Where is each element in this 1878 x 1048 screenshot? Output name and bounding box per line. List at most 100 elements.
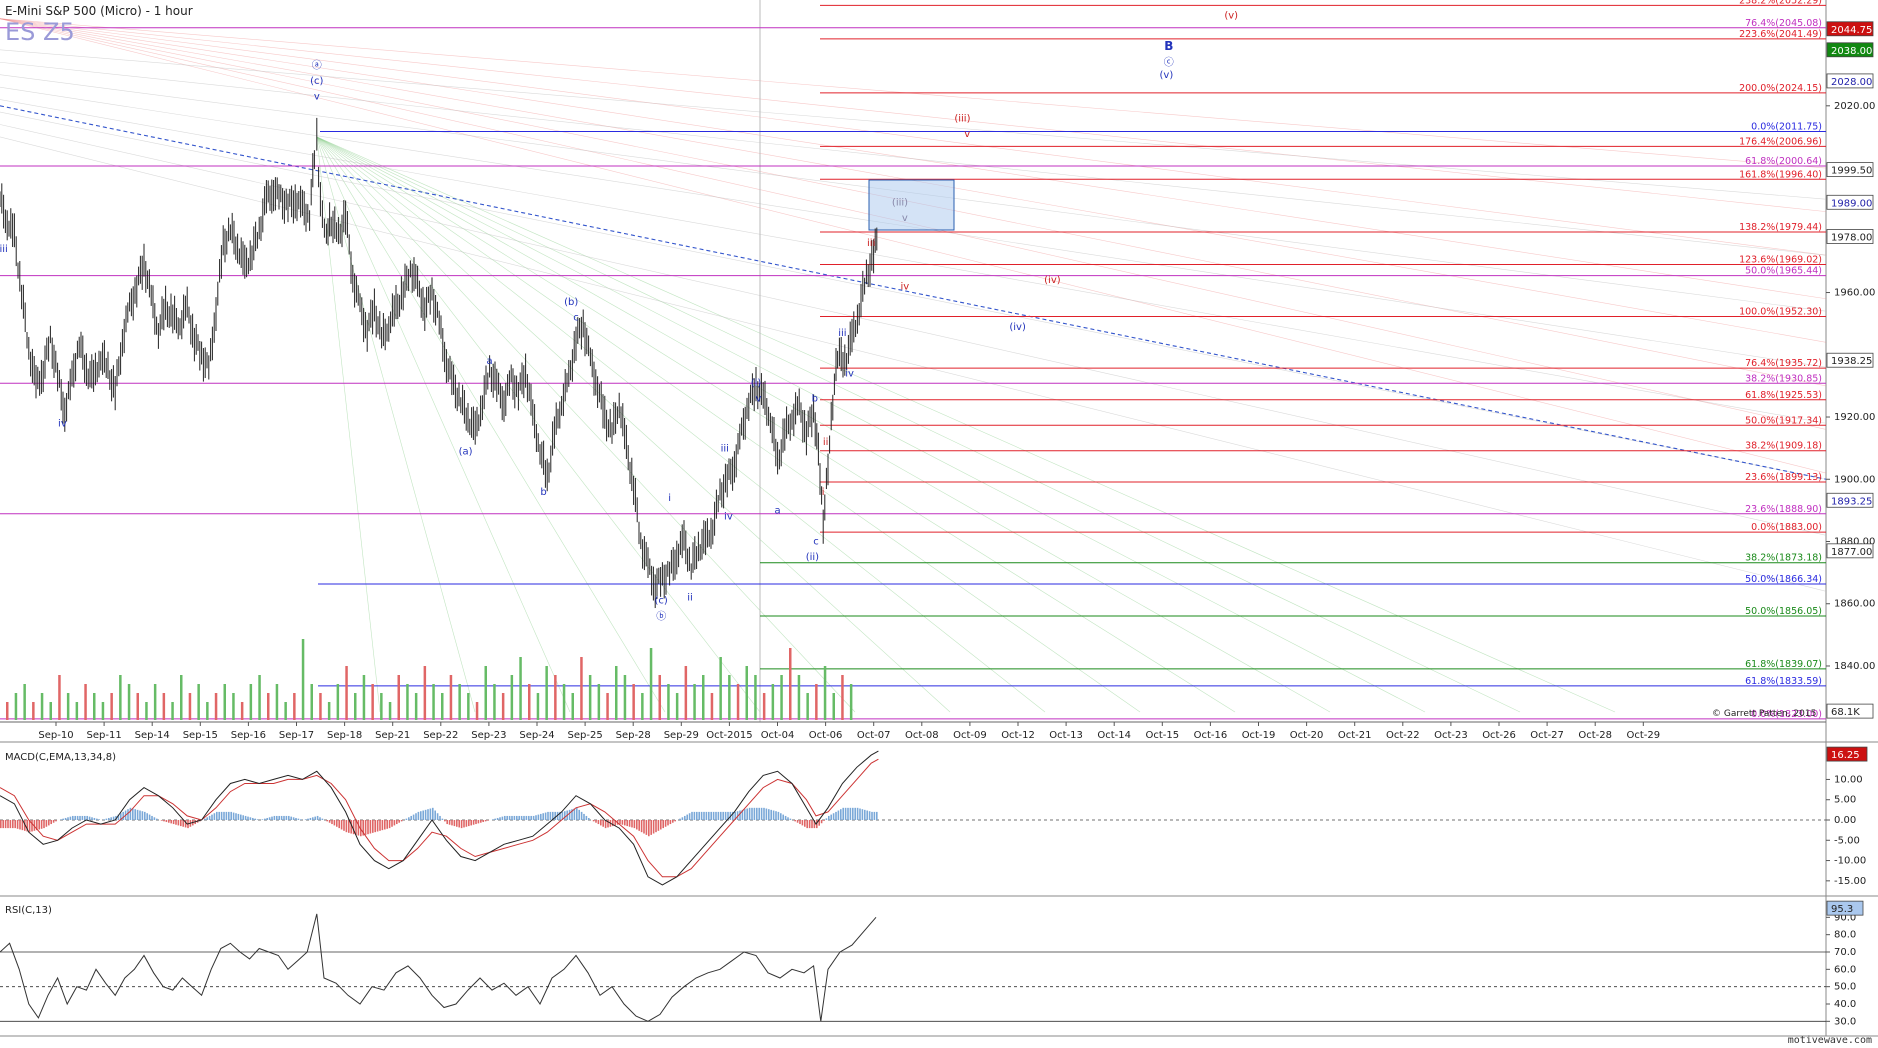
macd-histogram-bar xyxy=(175,820,177,825)
volume-bar xyxy=(354,693,357,720)
macd-histogram-bar xyxy=(602,820,604,827)
macd-histogram-bar xyxy=(336,820,338,827)
volume-bar xyxy=(180,675,183,720)
volume-bar xyxy=(675,693,679,720)
macd-histogram-bar xyxy=(499,817,501,820)
x-tick-label: Sep-10 xyxy=(38,730,73,741)
macd-histogram-bar xyxy=(436,813,439,820)
volume-bar xyxy=(597,684,601,720)
macd-histogram-bar xyxy=(398,820,400,823)
price-tag-label: 68.1K xyxy=(1831,707,1860,718)
price-tag-label: 2028.00 xyxy=(1831,77,1872,88)
macd-histogram-bar xyxy=(244,815,247,820)
macd-histogram-bar xyxy=(739,810,741,820)
volume-bar xyxy=(301,639,305,720)
macd-histogram-bar xyxy=(568,809,571,820)
y-tick-label: 1920.00 xyxy=(1834,412,1875,423)
fib-label: 200.0%(2024.15) xyxy=(1739,83,1822,94)
fib-label: 50.0%(1856.05) xyxy=(1745,606,1822,617)
volume-bar xyxy=(327,702,331,720)
macd-histogram-bar xyxy=(787,817,789,820)
macd-histogram-bar xyxy=(88,816,91,820)
macd-histogram-bar xyxy=(76,815,79,820)
volume-bar xyxy=(484,666,487,720)
macd-histogram-bar xyxy=(576,807,578,820)
macd-histogram-bar xyxy=(859,808,861,820)
fib-label: 38.2%(1873.18) xyxy=(1745,553,1822,564)
volume-bar xyxy=(545,666,548,720)
fib-label: 50.0%(1965.44) xyxy=(1745,266,1822,277)
macd-value-label: 16.25 xyxy=(1831,750,1860,761)
macd-histogram-bar xyxy=(112,816,115,820)
volume-bar xyxy=(432,684,435,720)
macd-histogram-bar xyxy=(652,820,655,834)
wave-label: ⓐ xyxy=(312,59,322,71)
macd-histogram-bar xyxy=(367,820,369,835)
macd-histogram-bar xyxy=(381,820,384,831)
macd-histogram-bar xyxy=(681,817,684,820)
price-tag-label: 2044.75 xyxy=(1831,25,1872,36)
volume-bar xyxy=(101,702,105,720)
volume-bar xyxy=(684,666,688,720)
chart-canvas: 238.2%(2052.29) 223.6%(2041.49) 200.0%(202… xyxy=(0,0,1878,1048)
wave-label: ⓑ xyxy=(656,610,666,622)
macd-histogram-bar xyxy=(19,820,21,830)
wave-label: (c) xyxy=(655,596,668,607)
macd-histogram-bar xyxy=(208,815,211,820)
macd-histogram-bar xyxy=(2,820,4,829)
macd-histogram-bar xyxy=(619,820,621,825)
macd-histogram-bar xyxy=(876,811,878,820)
macd-histogram-bar xyxy=(278,815,280,820)
macd-histogram-bar xyxy=(429,808,432,820)
wave-label: i xyxy=(822,487,825,498)
macd-histogram-bar xyxy=(72,815,74,820)
volume-bar xyxy=(93,693,96,720)
fib-label: 0.0%(2011.75) xyxy=(1751,121,1822,132)
x-tick-label: Oct-09 xyxy=(953,730,987,741)
macd-histogram-bar xyxy=(487,820,489,821)
volume-bar xyxy=(40,693,44,720)
target-box xyxy=(868,179,955,231)
volume-bar xyxy=(23,684,26,720)
macd-histogram-bar xyxy=(484,820,487,822)
macd-histogram-bar xyxy=(93,817,96,820)
price-tag-label: 1877.00 xyxy=(1831,547,1872,558)
macd-histogram-bar xyxy=(724,811,727,820)
macd-histogram-bar xyxy=(439,815,441,820)
macd-histogram-bar xyxy=(321,818,324,820)
macd-histogram-bar xyxy=(379,820,381,831)
macd-histogram-bar xyxy=(688,813,691,820)
x-tick-label: Sep-24 xyxy=(519,730,554,741)
macd-histogram-bar xyxy=(151,815,153,820)
macd-histogram-bar xyxy=(340,820,343,830)
macd-histogram-bar xyxy=(808,820,811,829)
y-tick-label: 1960.00 xyxy=(1834,288,1875,299)
volume-bar xyxy=(728,675,731,720)
volume-bar xyxy=(789,648,792,720)
x-tick-label: Oct-15 xyxy=(1145,730,1179,741)
volume-bar xyxy=(136,693,139,720)
y-tick-label: -15.00 xyxy=(1834,876,1866,887)
volume-bar xyxy=(397,675,400,720)
macd-histogram-bar xyxy=(280,815,283,820)
volume-bar xyxy=(66,693,70,720)
macd-histogram-bar xyxy=(799,820,801,825)
macd-histogram-bar xyxy=(830,814,832,820)
volume-bar xyxy=(562,684,566,720)
macd-histogram-bar xyxy=(309,817,312,820)
volume-bar xyxy=(110,693,113,720)
fib-label: 61.8%(2000.64) xyxy=(1745,156,1822,167)
macd-histogram-bar xyxy=(691,811,693,820)
macd-histogram-bar xyxy=(391,820,393,827)
fib-label: 23.6%(1899.13) xyxy=(1745,472,1822,483)
macd-histogram-bar xyxy=(232,812,235,820)
macd-histogram-bar xyxy=(247,816,249,820)
macd-histogram-bar xyxy=(496,817,499,820)
macd-histogram-bar xyxy=(400,820,403,822)
macd-histogram-bar xyxy=(211,814,213,820)
macd-histogram-bar xyxy=(585,815,588,820)
macd-histogram-bar xyxy=(823,820,825,821)
macd-histogram-bar xyxy=(441,818,444,820)
fib-label: 61.8%(1839.07) xyxy=(1745,659,1822,670)
macd-histogram-bar xyxy=(328,820,331,823)
